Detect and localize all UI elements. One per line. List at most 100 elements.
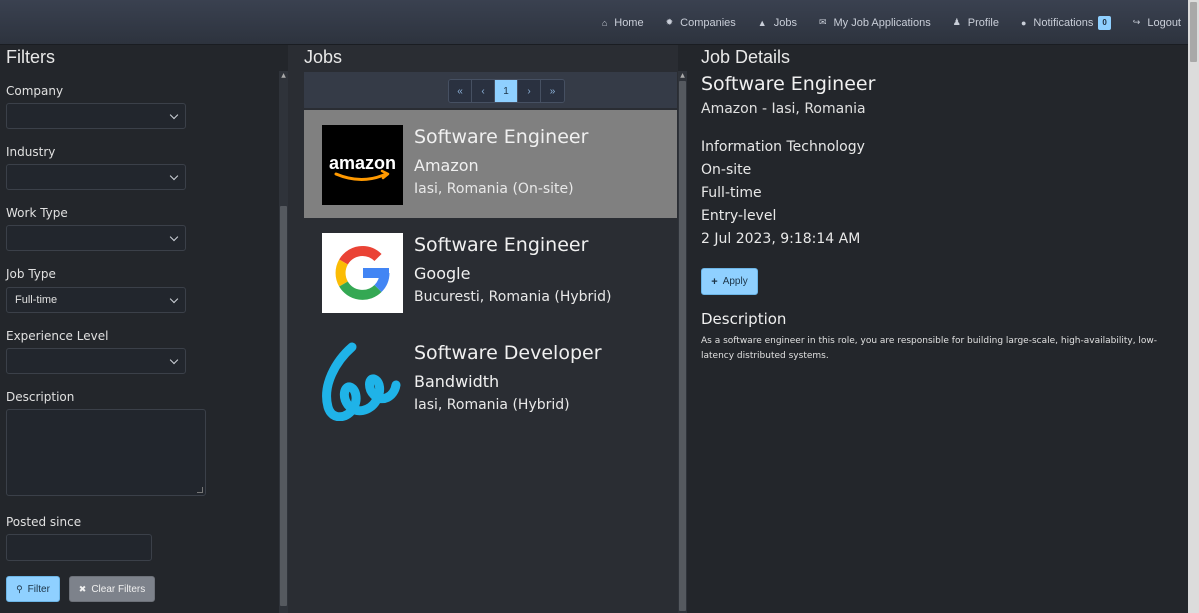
close-icon: ✖ bbox=[78, 583, 87, 594]
industry-select[interactable] bbox=[6, 164, 186, 190]
pagination: « ‹ 1 › » bbox=[448, 79, 565, 103]
pagination-bar: « ‹ 1 › » bbox=[304, 72, 677, 108]
prev-page-button[interactable]: ‹ bbox=[472, 80, 495, 102]
filter-button[interactable]: ⚲ Filter bbox=[6, 576, 60, 602]
posted-since-input[interactable] bbox=[6, 534, 152, 561]
notifications-badge: 0 bbox=[1098, 15, 1111, 30]
job-company: Google bbox=[414, 264, 471, 283]
details-company-location: Amazon - Iasi, Romania bbox=[701, 101, 866, 117]
clear-filters-button[interactable]: ✖ Clear Filters bbox=[69, 576, 155, 602]
nav-companies[interactable]: ✹ Companies bbox=[666, 17, 736, 29]
nav-logout-label: Logout bbox=[1147, 16, 1181, 29]
nav-notifications-label: Notifications bbox=[1033, 16, 1094, 29]
filters-panel: Filters Company Industry Work Type Job T… bbox=[0, 45, 278, 613]
nav-home-label: Home bbox=[614, 16, 644, 29]
filters-title: Filters bbox=[6, 47, 55, 67]
envelope-icon: ✉ bbox=[818, 17, 827, 27]
scroll-up-icon[interactable]: ▲ bbox=[279, 71, 288, 80]
chevron-down-icon bbox=[169, 110, 179, 120]
description-textarea[interactable] bbox=[6, 409, 206, 496]
posted-since-label: Posted since bbox=[6, 515, 82, 529]
job-location: Bucuresti, Romania (Hybrid) bbox=[414, 289, 612, 305]
job-location: Iasi, Romania (Hybrid) bbox=[414, 397, 570, 413]
work-type-select[interactable] bbox=[6, 225, 186, 251]
details-description: As a software engineer in this role, you… bbox=[701, 336, 1158, 361]
chevron-down-icon bbox=[169, 171, 179, 181]
page-scrollbar[interactable] bbox=[1188, 0, 1199, 613]
nav-companies-label: Companies bbox=[680, 16, 736, 29]
description-label: Description bbox=[6, 390, 75, 404]
bell-icon: ● bbox=[1020, 17, 1027, 28]
job-type-select-value: Full-time bbox=[15, 294, 58, 306]
logout-icon: ↪ bbox=[1132, 17, 1141, 27]
job-details-panel: Job Details Software Engineer Amazon - I… bbox=[687, 45, 1185, 613]
job-type-select[interactable]: Full-time bbox=[6, 287, 186, 313]
details-work-type: On-site bbox=[701, 162, 752, 178]
home-icon: ⌂ bbox=[601, 17, 608, 28]
experience-level-label: Experience Level bbox=[6, 329, 109, 343]
company-select[interactable] bbox=[6, 103, 186, 129]
filter-button-label: Filter bbox=[27, 583, 50, 595]
details-experience: Entry-level bbox=[701, 208, 777, 224]
nav-profile-label: Profile bbox=[967, 16, 999, 29]
jobs-icon: ▲ bbox=[757, 17, 767, 28]
user-icon: ♟ bbox=[952, 17, 961, 27]
top-navbar: ⌂ Home ✹ Companies ▲ Jobs ✉ My Job Appli… bbox=[0, 0, 1199, 45]
chevron-down-icon bbox=[169, 232, 179, 242]
resize-grip-icon[interactable] bbox=[197, 487, 203, 493]
scroll-up-icon[interactable]: ▲ bbox=[678, 71, 687, 80]
nav-jobs[interactable]: ▲ Jobs bbox=[758, 17, 797, 29]
apply-button-label: Apply bbox=[722, 276, 748, 287]
filters-scrollbar[interactable]: ▲ bbox=[279, 71, 288, 613]
nav-logout[interactable]: ↪ Logout bbox=[1133, 17, 1181, 29]
filters-scroll-thumb[interactable] bbox=[280, 206, 287, 606]
nav-applications[interactable]: ✉ My Job Applications bbox=[819, 17, 931, 29]
plus-icon: + bbox=[711, 275, 718, 288]
apply-button[interactable]: + Apply bbox=[701, 268, 758, 295]
jobs-panel: Jobs « ‹ 1 › » amazon Software Engineer … bbox=[288, 45, 678, 613]
job-card-google[interactable]: Software Engineer Google Bucuresti, Roma… bbox=[304, 218, 677, 326]
jobs-scroll-thumb[interactable] bbox=[679, 81, 686, 611]
nav-notifications[interactable]: ● Notifications 0 bbox=[1020, 15, 1111, 30]
next-page-button[interactable]: › bbox=[518, 80, 541, 102]
job-title: Software Engineer bbox=[414, 126, 589, 148]
google-logo bbox=[322, 233, 403, 313]
clear-filters-label: Clear Filters bbox=[91, 583, 146, 595]
job-type-label: Job Type bbox=[6, 267, 56, 281]
details-job-title: Software Engineer bbox=[701, 73, 876, 95]
job-company: Amazon bbox=[414, 156, 479, 175]
company-label: Company bbox=[6, 84, 64, 98]
work-type-label: Work Type bbox=[6, 206, 68, 220]
jobs-title: Jobs bbox=[304, 47, 343, 67]
details-description-heading: Description bbox=[701, 310, 787, 328]
current-page-button[interactable]: 1 bbox=[495, 80, 518, 102]
companies-icon: ✹ bbox=[665, 17, 674, 27]
jobs-scrollbar[interactable]: ▲ bbox=[678, 71, 687, 613]
nav-home[interactable]: ⌂ Home bbox=[602, 17, 644, 29]
job-details-header: Job Details bbox=[701, 47, 791, 67]
details-industry: Information Technology bbox=[701, 139, 865, 155]
nav-applications-label: My Job Applications bbox=[833, 16, 931, 29]
job-card-bandwidth[interactable]: Software Developer Bandwidth Iasi, Roman… bbox=[304, 326, 677, 434]
details-job-type: Full-time bbox=[701, 185, 762, 201]
nav-jobs-label: Jobs bbox=[773, 16, 797, 29]
job-card-amazon[interactable]: amazon Software Engineer Amazon Iasi, Ro… bbox=[304, 110, 677, 218]
chevron-down-icon bbox=[169, 294, 179, 304]
chevron-down-icon bbox=[169, 355, 179, 365]
industry-label: Industry bbox=[6, 145, 56, 159]
svg-text:amazon: amazon bbox=[329, 153, 396, 173]
experience-level-select[interactable] bbox=[6, 348, 186, 374]
bandwidth-logo bbox=[322, 341, 403, 422]
page-scroll-thumb[interactable] bbox=[1190, 2, 1197, 62]
job-location: Iasi, Romania (On-site) bbox=[414, 181, 574, 197]
search-icon: ⚲ bbox=[16, 583, 23, 594]
job-title: Software Engineer bbox=[414, 234, 589, 256]
amazon-logo: amazon bbox=[322, 125, 403, 205]
job-title: Software Developer bbox=[414, 342, 602, 364]
nav-profile[interactable]: ♟ Profile bbox=[953, 17, 999, 29]
nav-items: ⌂ Home ✹ Companies ▲ Jobs ✉ My Job Appli… bbox=[580, 0, 1181, 45]
details-posted-date: 2 Jul 2023, 9:18:14 AM bbox=[701, 231, 861, 247]
first-page-button[interactable]: « bbox=[449, 80, 472, 102]
job-company: Bandwidth bbox=[414, 372, 500, 391]
last-page-button[interactable]: » bbox=[541, 80, 564, 102]
